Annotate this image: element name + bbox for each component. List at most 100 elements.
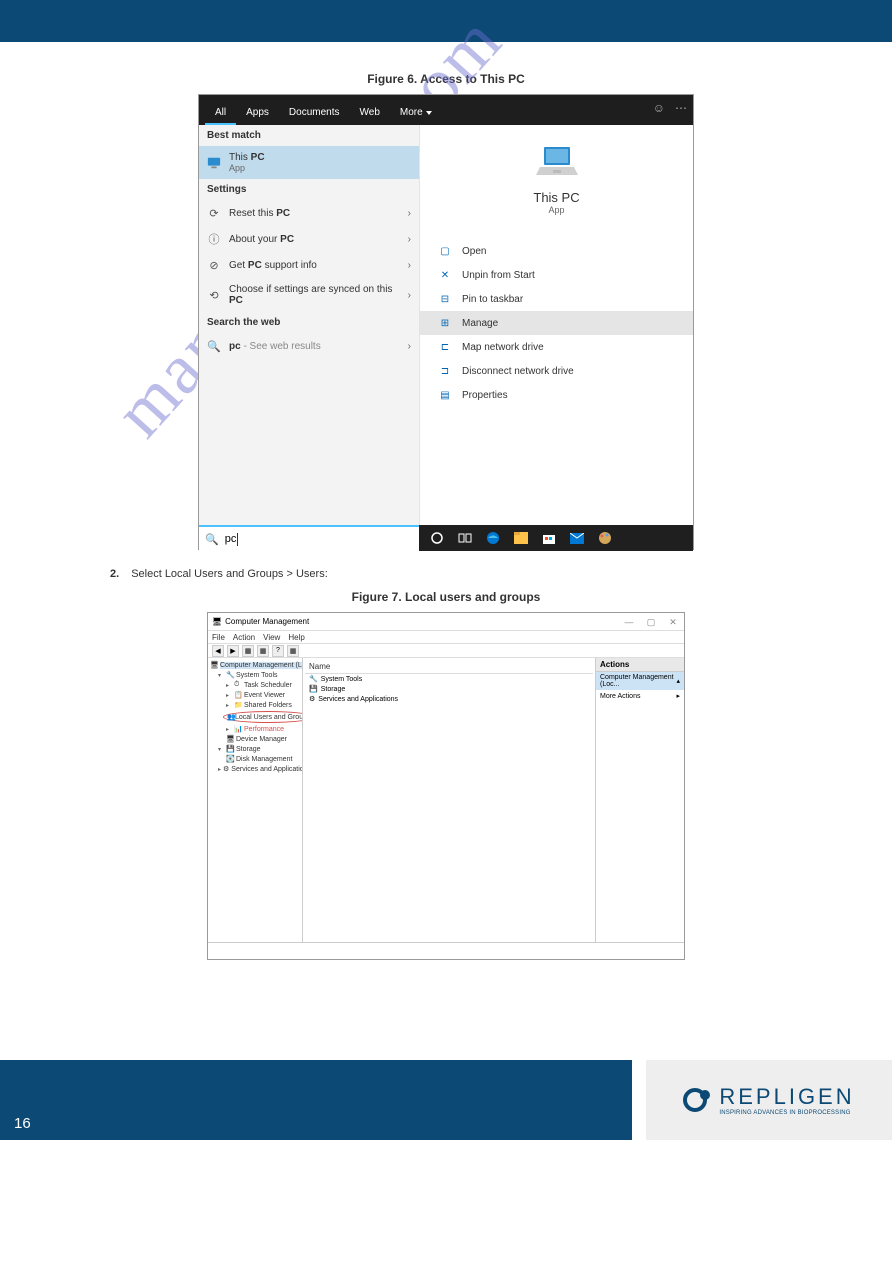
figure7-screenshot: 🖥 Computer Management — ▢ ✕ File Action … bbox=[207, 612, 685, 960]
actions-more[interactable]: More Actions▸ bbox=[596, 690, 684, 702]
preview-pane: This PC App ▢Open ✕Unpin from Start ⊟Pin… bbox=[419, 125, 693, 525]
disconnect-icon: ⊐ bbox=[438, 364, 452, 378]
chevron-right-icon: › bbox=[408, 234, 411, 245]
unpin-icon: ✕ bbox=[438, 268, 452, 282]
list-header-name[interactable]: Name bbox=[305, 660, 593, 674]
search-input[interactable]: 🔍 pc bbox=[199, 525, 419, 551]
tree-device-manager[interactable]: 🖥Device Manager bbox=[210, 734, 300, 744]
tree-services-apps[interactable]: ▸⚙Services and Applications bbox=[210, 764, 300, 774]
menu-action[interactable]: Action bbox=[233, 633, 255, 642]
chevron-right-icon: › bbox=[408, 341, 411, 352]
web-result-pc[interactable]: 🔍 pc - See web results › bbox=[199, 333, 419, 359]
footer: 16 REPLIGEN INSPIRING ADVANCES IN BIOPRO… bbox=[0, 1060, 892, 1140]
laptop-icon bbox=[536, 145, 578, 177]
back-button[interactable]: ◀ bbox=[212, 645, 224, 657]
tab-more[interactable]: More bbox=[390, 101, 442, 125]
logo-text: REPLIGEN bbox=[719, 1084, 854, 1110]
action-unpin[interactable]: ✕Unpin from Start bbox=[420, 263, 693, 287]
tree-local-users[interactable]: 👥Local Users and Groups bbox=[210, 710, 300, 724]
search-icon: 🔍 bbox=[205, 533, 219, 546]
tab-apps[interactable]: Apps bbox=[236, 101, 279, 125]
tab-web[interactable]: Web bbox=[350, 101, 390, 125]
header-band bbox=[0, 0, 892, 42]
search-icon: 🔍 bbox=[207, 339, 221, 353]
minimize-button[interactable]: — bbox=[618, 613, 640, 631]
preview-title: This PC bbox=[420, 190, 693, 205]
list-item[interactable]: 🔧System Tools bbox=[305, 674, 593, 684]
actions-header: Actions bbox=[596, 658, 684, 672]
chevron-right-icon: › bbox=[408, 260, 411, 271]
action-list: ▢Open ✕Unpin from Start ⊟Pin to taskbar … bbox=[420, 225, 693, 421]
sync-icon: ⟲ bbox=[207, 288, 221, 302]
repligen-logo-icon bbox=[683, 1085, 713, 1115]
figure6-screenshot: All Apps Documents Web More ☺ ⋯ Best mat… bbox=[198, 94, 694, 550]
tree-system-tools[interactable]: ▾🔧System Tools bbox=[210, 670, 300, 680]
page-number: 16 bbox=[14, 1115, 31, 1132]
collapse-icon[interactable]: ▴ bbox=[676, 677, 680, 685]
tree-performance[interactable]: ▸📊Performance bbox=[210, 724, 300, 734]
tree-event-viewer[interactable]: ▸📋Event Viewer bbox=[210, 690, 300, 700]
info-icon: ⓘ bbox=[207, 232, 221, 246]
forward-button[interactable]: ▶ bbox=[227, 645, 239, 657]
list-item[interactable]: 💾Storage bbox=[305, 684, 593, 694]
store-icon[interactable] bbox=[541, 530, 557, 546]
tree-storage[interactable]: ▾💾Storage bbox=[210, 744, 300, 754]
setting-reset-pc[interactable]: ⟳ Reset this PC › bbox=[199, 200, 419, 226]
pin-icon: ⊟ bbox=[438, 292, 452, 306]
figure6-heading: Figure 6. Access to This PC bbox=[0, 72, 892, 86]
tree-task-scheduler[interactable]: ▸⏱Task Scheduler bbox=[210, 680, 300, 690]
action-disconnect-drive[interactable]: ⊐Disconnect network drive bbox=[420, 359, 693, 383]
tree-root[interactable]: 🖥Computer Management (Local) bbox=[210, 660, 300, 670]
setting-pc-support[interactable]: ⊘ Get PC support info › bbox=[199, 252, 419, 278]
chevron-right-icon: ▸ bbox=[676, 692, 680, 700]
app-icon: 🖥 bbox=[212, 617, 222, 626]
tree-disk-mgmt[interactable]: 💽Disk Management bbox=[210, 754, 300, 764]
menu-file[interactable]: File bbox=[212, 633, 225, 642]
mail-icon[interactable] bbox=[569, 530, 585, 546]
cm-tree[interactable]: 🖥Computer Management (Local) ▾🔧System To… bbox=[208, 658, 303, 942]
maximize-button[interactable]: ▢ bbox=[640, 613, 662, 631]
map-drive-icon: ⊏ bbox=[438, 340, 452, 354]
taskview-icon[interactable] bbox=[457, 530, 473, 546]
tool-icon[interactable]: ▦ bbox=[257, 645, 269, 657]
help-button[interactable]: ? bbox=[272, 645, 284, 657]
tab-all[interactable]: All bbox=[205, 101, 236, 125]
cm-menubar: File Action View Help bbox=[208, 631, 684, 644]
properties-icon: ▤ bbox=[438, 388, 452, 402]
tool-icon[interactable]: ▦ bbox=[242, 645, 254, 657]
tab-documents[interactable]: Documents bbox=[279, 101, 350, 125]
setting-about-pc[interactable]: ⓘ About your PC › bbox=[199, 226, 419, 252]
result-this-pc[interactable]: This PCApp bbox=[199, 146, 419, 179]
action-pin-taskbar[interactable]: ⊟Pin to taskbar bbox=[420, 287, 693, 311]
menu-help[interactable]: Help bbox=[288, 633, 304, 642]
logo-area: REPLIGEN INSPIRING ADVANCES IN BIOPROCES… bbox=[646, 1060, 892, 1140]
tree-shared-folders[interactable]: ▸📁Shared Folders bbox=[210, 700, 300, 710]
feedback-icon[interactable]: ☺ bbox=[653, 101, 665, 115]
search-tabs-bar: All Apps Documents Web More ☺ ⋯ bbox=[199, 95, 693, 125]
menu-view[interactable]: View bbox=[263, 633, 280, 642]
tool-icon[interactable]: ▦ bbox=[287, 645, 299, 657]
actions-row-title[interactable]: Computer Management (Loc...▴ bbox=[596, 672, 684, 690]
cortana-icon[interactable] bbox=[429, 530, 445, 546]
cm-list[interactable]: Name 🔧System Tools 💾Storage ⚙Services an… bbox=[303, 658, 596, 942]
setting-sync-pc[interactable]: ⟲ Choose if settings are synced on this … bbox=[199, 278, 419, 312]
search-results-pane: Best match This PCApp Settings ⟳ Reset t… bbox=[199, 125, 419, 525]
step-2: 2.Select Local Users and Groups > Users: bbox=[0, 568, 892, 580]
chevron-right-icon: › bbox=[408, 290, 411, 301]
list-item[interactable]: ⚙Services and Applications bbox=[305, 694, 593, 704]
edge-icon[interactable] bbox=[485, 530, 501, 546]
close-button[interactable]: ✕ bbox=[662, 613, 684, 631]
cm-toolbar: ◀ ▶ ▦ ▦ ? ▦ bbox=[208, 644, 684, 658]
more-icon[interactable]: ⋯ bbox=[675, 101, 687, 115]
section-search-web: Search the web bbox=[199, 312, 419, 333]
manage-icon: ⊞ bbox=[438, 316, 452, 330]
cm-actions-pane: Actions Computer Management (Loc...▴ Mor… bbox=[596, 658, 684, 942]
files-icon[interactable] bbox=[513, 530, 529, 546]
action-properties[interactable]: ▤Properties bbox=[420, 383, 693, 407]
action-map-drive[interactable]: ⊏Map network drive bbox=[420, 335, 693, 359]
action-manage[interactable]: ⊞Manage bbox=[420, 311, 693, 335]
action-open[interactable]: ▢Open bbox=[420, 239, 693, 263]
preview-sub: App bbox=[420, 205, 693, 215]
paint-icon[interactable] bbox=[597, 530, 613, 546]
section-best-match: Best match bbox=[199, 125, 419, 146]
